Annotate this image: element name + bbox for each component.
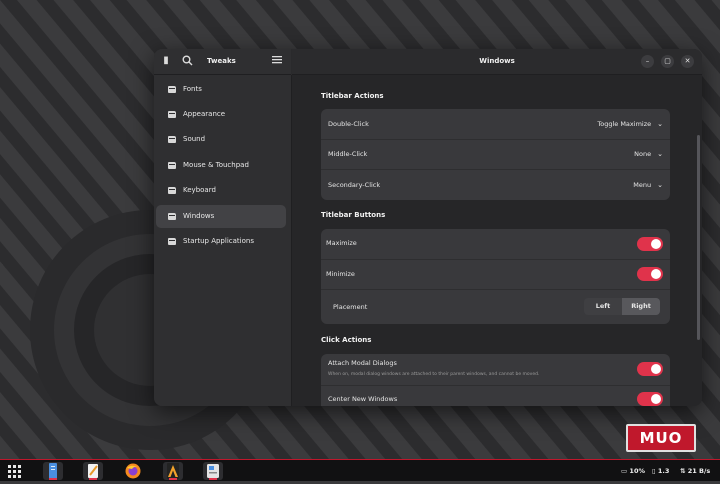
- app-grid-icon[interactable]: [4, 462, 24, 480]
- maximize-icon: ▢: [664, 57, 671, 65]
- sidebar-item-mouse-touchpad[interactable]: Mouse & Touchpad: [156, 154, 286, 177]
- placement-row: Placement Left Right: [321, 289, 670, 324]
- chevron-down-icon: ⌄: [657, 150, 663, 158]
- row-label: Double-Click: [328, 120, 369, 128]
- notification-value: 1.3: [657, 467, 670, 475]
- placement-right-button[interactable]: Right: [622, 298, 660, 315]
- maximize-toggle[interactable]: [637, 237, 663, 251]
- text-editor-icon[interactable]: [83, 462, 103, 480]
- double-click-row: Double-Click Toggle Maximize ⌄: [321, 109, 670, 140]
- inkscape-icon[interactable]: [163, 462, 183, 480]
- maximize-row: Maximize: [321, 229, 670, 260]
- dropdown-value: Toggle Maximize: [597, 120, 652, 128]
- tweaks-icon[interactable]: [203, 462, 223, 480]
- muo-logo: MUO: [626, 424, 696, 452]
- tweak-icon: [168, 238, 176, 245]
- sidebar-header: ▮ Tweaks: [154, 49, 291, 75]
- battery-value: 10%: [629, 467, 645, 475]
- sidebar-item-label: Fonts: [183, 85, 202, 93]
- sidebar-item-label: Windows: [183, 212, 215, 220]
- search-icon[interactable]: [181, 55, 193, 67]
- tweaks-app-icon: ▮: [163, 55, 169, 66]
- logo-text: MUO: [639, 429, 683, 447]
- section-title-titlebar-actions: Titlebar Actions: [321, 92, 384, 100]
- battery-indicator[interactable]: ▭ 10%: [621, 464, 645, 478]
- taskbar: ▭ 10% ▯ 1.3 ⇅ 21 B/s: [0, 459, 720, 481]
- tweak-icon: [168, 86, 176, 93]
- scrollbar[interactable]: [697, 135, 700, 340]
- content-header: Windows – ▢ ✕: [292, 49, 702, 75]
- settings-content: Titlebar Actions Double-Click Toggle Max…: [292, 75, 702, 406]
- row-label: Center New Windows: [328, 395, 398, 403]
- row-label: Secondary-Click: [328, 181, 381, 189]
- tweak-icon: [168, 213, 176, 220]
- placement-selector: Left Right: [584, 298, 660, 315]
- network-value: 21 B/s: [687, 467, 711, 475]
- row-label: Minimize: [326, 270, 355, 278]
- attach-modal-row: Attach Modal Dialogs When on, modal dial…: [321, 354, 670, 386]
- sidebar-item-sound[interactable]: Sound: [156, 128, 286, 151]
- sidebar-item-label: Startup Applications: [183, 237, 254, 245]
- close-icon: ✕: [684, 57, 691, 65]
- sidebar-item-appearance[interactable]: Appearance: [156, 103, 286, 126]
- row-label: Middle-Click: [328, 150, 368, 158]
- sidebar-item-label: Appearance: [183, 110, 226, 118]
- chevron-down-icon: ⌄: [657, 120, 663, 128]
- titlebar-actions-card: Double-Click Toggle Maximize ⌄ Middle-Cli…: [321, 109, 670, 200]
- tweak-icon: [168, 111, 176, 118]
- attach-modal-toggle[interactable]: [637, 362, 663, 376]
- dropdown-value: Menu: [633, 181, 652, 189]
- notification-indicator[interactable]: ▯ 1.3: [652, 464, 669, 478]
- secondary-click-row: Secondary-Click Menu ⌄: [321, 169, 670, 200]
- toggle-knob: [651, 364, 661, 374]
- middle-click-dropdown[interactable]: None ⌄: [634, 150, 663, 158]
- row-label: Maximize: [326, 239, 357, 247]
- hamburger-menu-icon[interactable]: [271, 55, 283, 67]
- minimize-icon: –: [645, 57, 650, 65]
- maximize-window-button[interactable]: ▢: [661, 55, 674, 68]
- app-title: Tweaks: [207, 57, 236, 65]
- section-title-titlebar-buttons: Titlebar Buttons: [321, 211, 386, 219]
- center-new-windows-row: Center New Windows: [321, 385, 670, 406]
- sidebar-item-fonts[interactable]: Fonts: [156, 78, 286, 101]
- battery-icon: ▭: [621, 467, 628, 475]
- files-icon[interactable]: [43, 462, 63, 480]
- toggle-knob: [651, 394, 661, 404]
- minimize-row: Minimize: [321, 259, 670, 290]
- titlebar-buttons-card: Maximize Minimize Placement Left Right: [321, 229, 670, 324]
- network-indicator[interactable]: ⇅ 21 B/s: [680, 464, 710, 478]
- sidebar-item-windows[interactable]: Windows: [156, 205, 286, 228]
- middle-click-row: Middle-Click None ⌄: [321, 139, 670, 170]
- section-title-click-actions: Click Actions: [321, 336, 372, 344]
- chat-icon: ▯: [652, 467, 656, 475]
- sidebar: Fonts Appearance Sound Mouse & Touchpad …: [154, 75, 292, 406]
- click-actions-card: Attach Modal Dialogs When on, modal dial…: [321, 354, 670, 406]
- toggle-knob: [651, 239, 661, 249]
- minimize-toggle[interactable]: [637, 267, 663, 281]
- minimize-window-button[interactable]: –: [641, 55, 654, 68]
- sidebar-item-label: Mouse & Touchpad: [183, 161, 249, 169]
- chevron-down-icon: ⌄: [657, 181, 663, 189]
- row-description: When on, modal dialog windows are attach…: [328, 372, 540, 377]
- row-label: Placement: [333, 303, 368, 311]
- double-click-dropdown[interactable]: Toggle Maximize ⌄: [597, 120, 663, 128]
- row-label: Attach Modal Dialogs: [328, 359, 397, 367]
- sidebar-item-keyboard[interactable]: Keyboard: [156, 179, 286, 202]
- sidebar-item-label: Sound: [183, 135, 206, 143]
- tweak-icon: [168, 136, 176, 143]
- close-window-button[interactable]: ✕: [681, 55, 694, 68]
- toggle-knob: [651, 269, 661, 279]
- center-new-windows-toggle[interactable]: [637, 392, 663, 406]
- secondary-click-dropdown[interactable]: Menu ⌄: [633, 181, 663, 189]
- tweaks-window: ▮ Tweaks Fonts Appearance Sound Mouse & …: [154, 49, 702, 406]
- sidebar-item-label: Keyboard: [183, 186, 216, 194]
- dropdown-value: None: [634, 150, 652, 158]
- tweak-icon: [168, 187, 176, 194]
- firefox-icon[interactable]: [123, 462, 143, 480]
- placement-left-button[interactable]: Left: [584, 298, 622, 315]
- sidebar-item-startup-applications[interactable]: Startup Applications: [156, 230, 286, 253]
- tweak-icon: [168, 162, 176, 169]
- network-speed-icon: ⇅: [680, 467, 686, 475]
